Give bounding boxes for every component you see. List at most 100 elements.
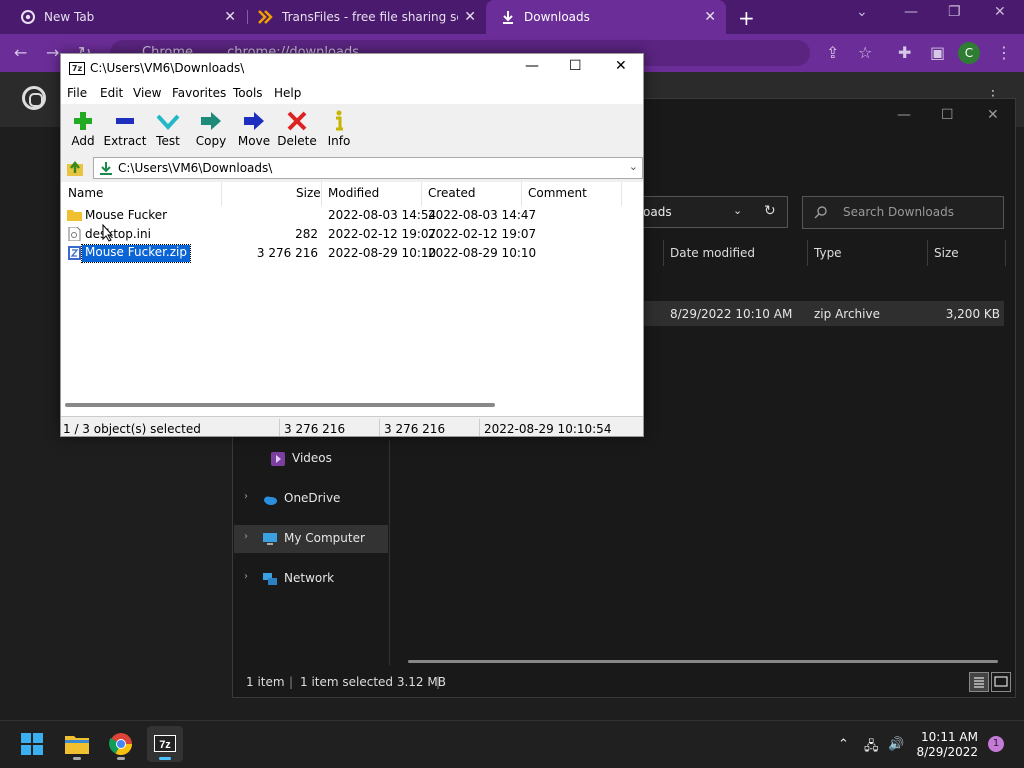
file-date: 8/29/2022 10:10 AM <box>670 307 793 321</box>
maximize-icon[interactable]: ☐ <box>569 58 582 74</box>
download-folder-icon <box>100 162 112 175</box>
network-icon <box>263 573 277 585</box>
file-row[interactable]: 8/29/2022 10:10 AM zip Archive 3,200 KB <box>640 301 1004 326</box>
copy-button[interactable]: Copy <box>189 110 233 150</box>
column-separator <box>1005 240 1006 266</box>
extensions-puzzle-icon[interactable]: ✚ <box>898 43 911 62</box>
column-created[interactable]: Created <box>428 186 476 200</box>
column-size[interactable]: Size <box>296 186 321 200</box>
test-button[interactable]: Test <box>146 110 190 150</box>
tiles-view-button[interactable] <box>991 672 1011 692</box>
new-tab-button[interactable]: + <box>738 6 755 30</box>
taskbar-7zip[interactable]: 7z <box>147 726 183 762</box>
volume-icon[interactable]: 🔊 <box>888 737 904 752</box>
notification-badge[interactable]: 1 <box>988 736 1004 752</box>
refresh-icon[interactable]: ↻ <box>764 203 776 219</box>
column-separator[interactable] <box>321 182 322 206</box>
delete-button[interactable]: Delete <box>275 110 319 150</box>
details-view-icon <box>974 677 984 688</box>
bookmark-star-icon[interactable]: ☆ <box>858 43 872 62</box>
menu-kebab-icon[interactable]: ⋮ <box>996 43 1012 62</box>
file-size: 282 <box>295 227 318 241</box>
column-separator[interactable] <box>421 182 422 206</box>
restore-icon[interactable]: ❐ <box>948 4 961 20</box>
column-separator[interactable] <box>621 182 622 206</box>
address-input[interactable]: C:\Users\VM6\Downloads\ ⌄ <box>93 157 643 179</box>
move-button[interactable]: Move <box>232 110 276 150</box>
forward-icon[interactable]: → <box>46 43 59 62</box>
close-icon[interactable]: ✕ <box>615 58 627 74</box>
7zip-title-bar[interactable]: 7z C:\Users\VM6\Downloads\ — ☐ ✕ <box>61 54 643 84</box>
minimize-icon[interactable]: — <box>525 58 539 74</box>
menu-file[interactable]: File <box>67 86 87 100</box>
nav-item-onedrive[interactable]: › OneDrive <box>234 485 388 513</box>
horizontal-scrollbar[interactable] <box>65 403 495 407</box>
close-icon[interactable]: ✕ <box>994 4 1006 20</box>
tab-downloads[interactable]: Downloads ✕ <box>486 0 726 34</box>
add-button[interactable]: Add <box>61 110 105 150</box>
status-date: 2022-08-29 10:10:54 <box>484 422 612 436</box>
taskbar-chrome[interactable] <box>103 726 139 762</box>
side-panel-icon[interactable]: ▣ <box>930 43 945 62</box>
extract-button[interactable]: Extract <box>103 110 147 150</box>
move-arrow-icon <box>244 112 264 130</box>
menu-tools[interactable]: Tools <box>233 86 263 100</box>
close-icon[interactable]: ✕ <box>987 107 999 123</box>
column-separator <box>663 240 664 266</box>
status-separator <box>479 419 480 436</box>
network-tray-icon[interactable]: 🖧 <box>864 737 879 759</box>
nav-item-network[interactable]: › Network <box>234 565 388 593</box>
column-separator[interactable] <box>221 182 222 206</box>
delete-label: Delete <box>277 134 317 148</box>
minimize-icon[interactable]: — <box>904 4 918 20</box>
chrome-logo-icon <box>22 86 46 110</box>
nav-item-my-computer[interactable]: › My Computer <box>234 525 388 553</box>
chevron-right-icon[interactable]: › <box>244 491 248 502</box>
move-label: Move <box>237 134 271 148</box>
column-comment[interactable]: Comment <box>528 186 587 200</box>
nav-item-videos[interactable]: Videos <box>234 445 388 473</box>
share-icon[interactable]: ⇪ <box>826 43 839 62</box>
menu-help[interactable]: Help <box>274 86 301 100</box>
column-modified[interactable]: Modified <box>328 186 379 200</box>
chevron-right-icon[interactable]: › <box>244 531 248 542</box>
profile-avatar[interactable]: C <box>958 42 980 64</box>
menu-view[interactable]: View <box>133 86 161 100</box>
chevron-right-icon[interactable]: › <box>244 571 248 582</box>
status-separator: | <box>289 675 294 689</box>
menu-favorites[interactable]: Favorites <box>172 86 226 100</box>
taskbar-clock[interactable]: 10:11 AM 8/29/2022 <box>912 730 978 760</box>
tab-search-icon[interactable]: ⌄ <box>856 4 868 20</box>
column-date-modified[interactable]: Date modified <box>670 246 755 260</box>
close-icon[interactable]: ✕ <box>224 9 236 25</box>
close-icon[interactable]: ✕ <box>704 9 716 25</box>
close-icon[interactable]: ✕ <box>464 9 476 25</box>
tab-transfiles[interactable]: TransFiles - free file sharing servi ✕ <box>250 0 486 34</box>
chevron-down-icon: ⌄ <box>733 204 743 217</box>
tab-new-tab[interactable]: New Tab ✕ <box>0 0 246 34</box>
search-downloads-input[interactable]: Search Downloads <box>802 196 1004 229</box>
status-size-1: 3 276 216 <box>284 422 346 436</box>
back-icon[interactable]: ← <box>14 43 27 62</box>
column-name[interactable]: Name <box>68 186 103 200</box>
file-row[interactable]: desktop.ini 282 2022-02-12 19:07 2022-02… <box>61 225 643 244</box>
horizontal-scrollbar[interactable] <box>408 660 998 663</box>
column-size[interactable]: Size <box>934 246 959 260</box>
file-row[interactable]: Mouse Fucker 2022-08-03 14:54 2022-08-03… <box>61 206 643 225</box>
show-hidden-icons-chevron-up-icon[interactable]: ⌃ <box>838 737 849 752</box>
tab-label: TransFiles - free file sharing servi <box>282 10 458 24</box>
column-separator[interactable] <box>521 182 522 206</box>
chevron-down-icon[interactable]: ⌄ <box>629 160 638 173</box>
details-view-button[interactable] <box>969 672 989 692</box>
add-label: Add <box>71 134 95 148</box>
start-button[interactable] <box>14 726 50 762</box>
file-row-selected[interactable]: Mouse Fucker.zip 3 276 216 2022-08-29 10… <box>61 244 643 263</box>
minimize-icon[interactable]: — <box>897 107 911 123</box>
info-button[interactable]: Info <box>317 110 361 150</box>
taskbar-file-explorer[interactable] <box>59 726 95 762</box>
menu-edit[interactable]: Edit <box>100 86 123 100</box>
maximize-icon[interactable]: ☐ <box>941 107 954 123</box>
transfiles-chevron-icon <box>258 9 274 25</box>
column-type[interactable]: Type <box>814 246 842 260</box>
folder-up-icon[interactable] <box>66 159 84 177</box>
